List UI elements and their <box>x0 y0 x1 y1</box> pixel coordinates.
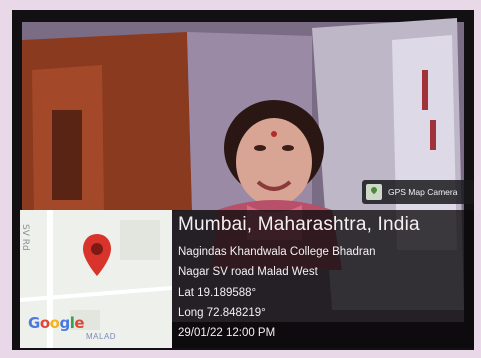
map-area-label: MALAD <box>86 332 117 341</box>
app-name: GPS Map Camera <box>388 187 458 197</box>
app-badge-icon <box>366 184 382 200</box>
timestamp: 29/01/22 12:00 PM <box>178 327 276 339</box>
address-line-2: Nagar SV road Malad West <box>178 266 318 278</box>
longitude: Long 72.848219° <box>178 307 266 319</box>
location-title: Mumbai, Maharashtra, India <box>178 214 420 235</box>
google-logo: Google <box>28 314 85 332</box>
map-pin-icon <box>83 234 111 276</box>
address-line-1: Nagindas Khandwala College Bhadran <box>178 246 376 258</box>
latitude: Lat 19.189588° <box>178 287 257 299</box>
map-thumbnail: SV Rd Google MALAD <box>20 210 172 348</box>
geotagged-photo: SV Rd Google MALAD GPS Map Camera Mumbai… <box>12 10 474 350</box>
map-road-label: SV Rd <box>20 224 30 251</box>
app-badge: GPS Map Camera <box>362 180 474 204</box>
location-info-panel: Mumbai, Maharashtra, India Nagindas Khan… <box>172 210 474 348</box>
